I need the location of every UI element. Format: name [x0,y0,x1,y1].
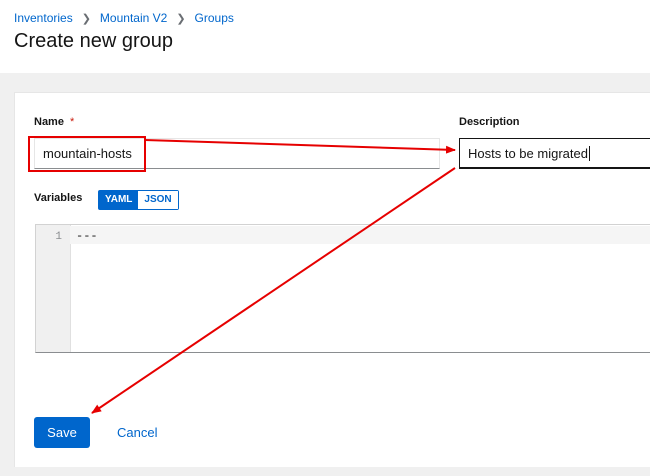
editor-gutter: 1 [36,225,71,352]
format-toggle: YAML JSON [98,190,179,210]
name-label: Name * [34,116,74,128]
editor-active-line [70,226,650,244]
yaml-toggle-button[interactable]: YAML [99,191,139,209]
chevron-right-icon: ❯ [176,12,186,25]
form-card: Name * mountain-hosts Description Hosts t… [14,92,650,467]
description-input[interactable]: Hosts to be migrated [459,138,650,169]
breadcrumb-groups[interactable]: Groups [195,11,234,25]
required-marker: * [69,116,75,128]
page-title: Create new group [14,30,173,52]
cancel-button[interactable]: Cancel [117,425,157,440]
variables-label: Variables [34,192,83,204]
chevron-right-icon: ❯ [81,12,91,25]
line-number: 1 [55,231,62,243]
editor-code[interactable]: --- [76,229,98,243]
breadcrumb-inventories[interactable]: Inventories [14,11,73,25]
breadcrumb-mountain-v2[interactable]: Mountain V2 [100,11,167,25]
text-caret [588,145,590,161]
variables-editor[interactable]: 1 --- [35,224,650,353]
name-input[interactable]: mountain-hosts [34,138,440,169]
name-label-text: Name [34,116,64,128]
save-button[interactable]: Save [34,417,90,448]
page-header: Inventories ❯ Mountain V2 ❯ Groups Creat… [0,0,650,73]
breadcrumb: Inventories ❯ Mountain V2 ❯ Groups [14,11,234,25]
name-input-value: mountain-hosts [43,146,132,161]
description-input-value: Hosts to be migrated [468,145,588,161]
json-toggle-button[interactable]: JSON [138,191,178,209]
description-label: Description [459,116,520,128]
